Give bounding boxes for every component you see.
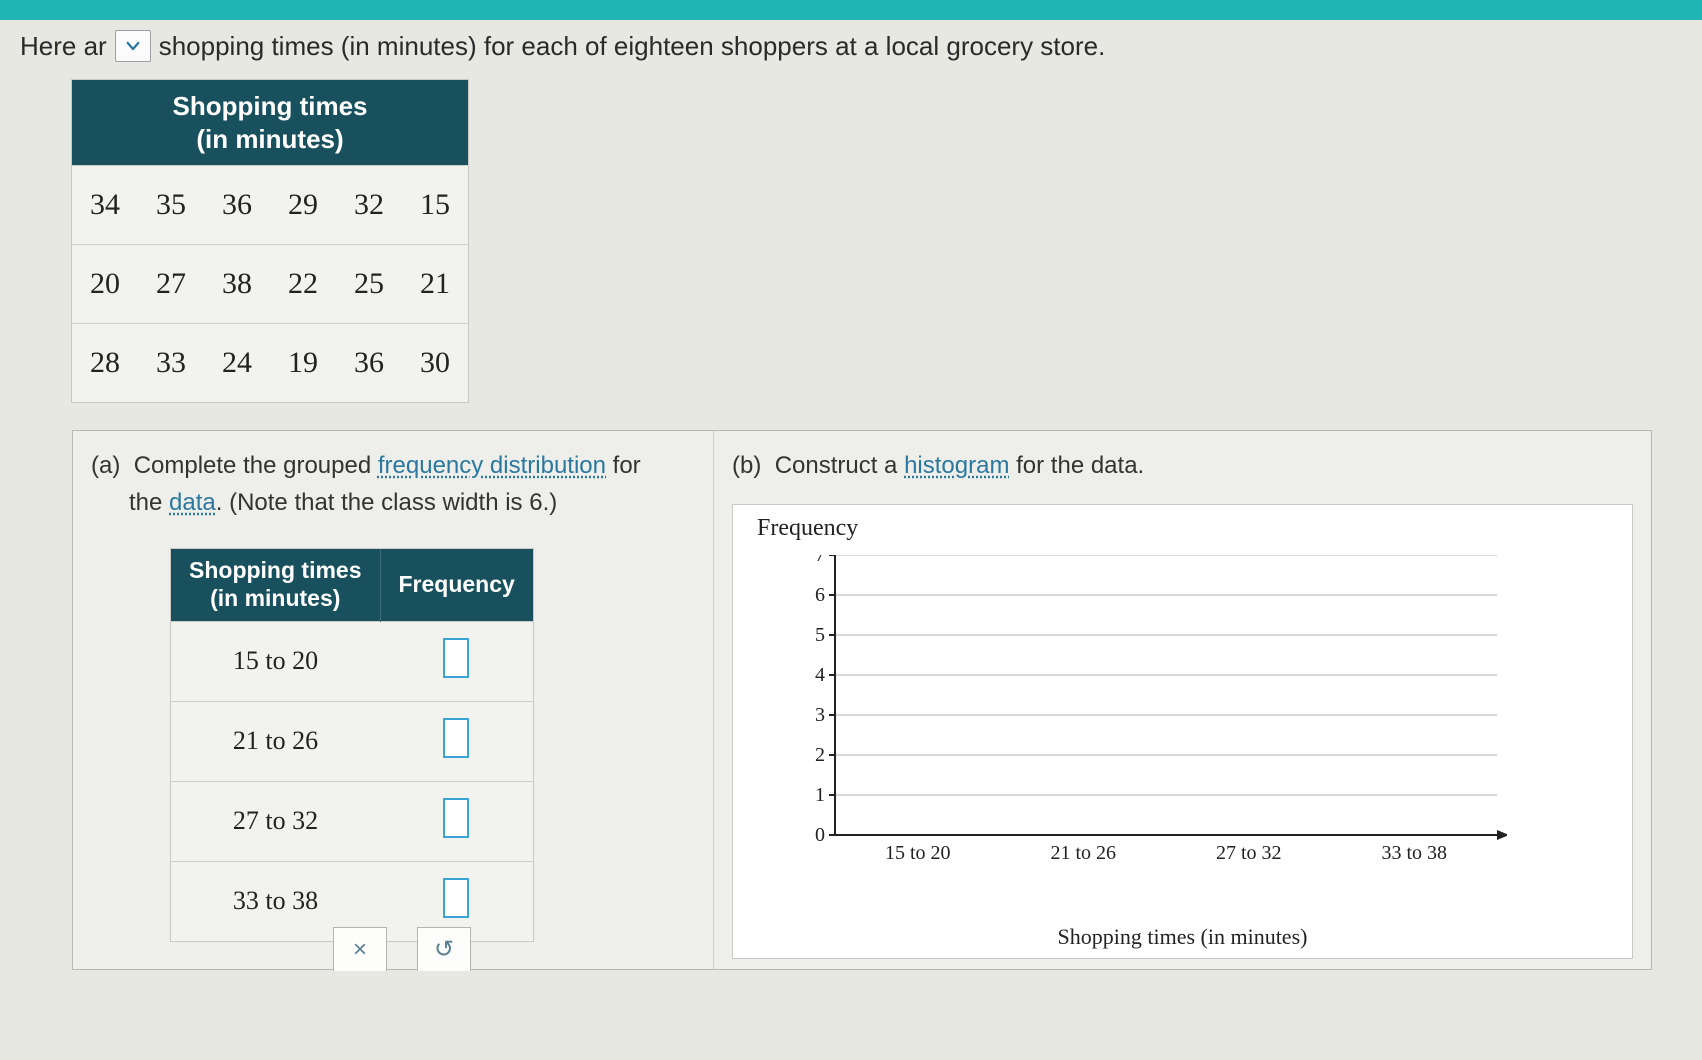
frequency-cell xyxy=(380,621,533,701)
table-row: 343536293215 xyxy=(72,166,468,245)
data-cell: 36 xyxy=(336,324,402,403)
link-frequency-distribution[interactable]: frequency distribution xyxy=(378,452,606,479)
svg-text:5: 5 xyxy=(815,624,825,646)
chart-ylabel: Frequency xyxy=(757,515,858,542)
frequency-input[interactable] xyxy=(443,718,469,758)
question-intro: Here ar shopping times (in minutes) for … xyxy=(20,30,1682,62)
svg-text:2: 2 xyxy=(815,744,825,766)
svg-text:21 to 26: 21 to 26 xyxy=(1050,842,1116,864)
svg-text:3: 3 xyxy=(815,704,825,726)
frequency-input[interactable] xyxy=(443,878,469,918)
chart-xlabel: Shopping times (in minutes) xyxy=(733,924,1632,950)
data-cell: 21 xyxy=(402,245,468,324)
table-row: 283324193630 xyxy=(72,324,468,403)
svg-text:27 to 32: 27 to 32 xyxy=(1216,842,1282,864)
intro-post: shopping times (in minutes) for each of … xyxy=(159,31,1106,62)
intro-pre: Here ar xyxy=(20,31,107,62)
link-histogram[interactable]: histogram xyxy=(904,452,1009,479)
table-row: 27 to 32 xyxy=(171,781,533,861)
part-a-pane: (a) Complete the grouped frequency distr… xyxy=(73,431,713,969)
frequency-input[interactable] xyxy=(443,798,469,838)
frequency-cell xyxy=(380,701,533,781)
data-cell: 28 xyxy=(72,324,138,403)
data-cell: 29 xyxy=(270,166,336,245)
freq-col1-header: Shopping times (in minutes) xyxy=(171,549,380,621)
svg-text:1: 1 xyxy=(815,784,825,806)
data-cell: 19 xyxy=(270,324,336,403)
class-label: 21 to 26 xyxy=(171,701,380,781)
part-b-text: (b) Construct a histogram for the data. xyxy=(732,447,1633,484)
data-table: Shopping times (in minutes) 343536293215… xyxy=(72,80,468,402)
answer-panel: (a) Complete the grouped frequency distr… xyxy=(72,430,1652,970)
class-label: 27 to 32 xyxy=(171,781,380,861)
svg-text:0: 0 xyxy=(815,824,825,846)
reset-button[interactable]: ↺ xyxy=(417,927,471,971)
data-cell: 33 xyxy=(138,324,204,403)
data-cell: 32 xyxy=(336,166,402,245)
svg-text:7: 7 xyxy=(815,555,825,566)
data-cell: 15 xyxy=(402,166,468,245)
svg-text:6: 6 xyxy=(815,584,825,606)
frequency-input[interactable] xyxy=(443,638,469,678)
data-cell: 38 xyxy=(204,245,270,324)
table-row: 15 to 20 xyxy=(171,621,533,701)
svg-text:33 to 38: 33 to 38 xyxy=(1381,842,1447,864)
svg-text:4: 4 xyxy=(815,664,825,686)
data-cell: 27 xyxy=(138,245,204,324)
class-label: 15 to 20 xyxy=(171,621,380,701)
table-row: 21 to 26 xyxy=(171,701,533,781)
data-cell: 36 xyxy=(204,166,270,245)
link-data[interactable]: data xyxy=(169,489,216,516)
data-table-header: Shopping times (in minutes) xyxy=(72,80,468,166)
data-cell: 25 xyxy=(336,245,402,324)
histogram-canvas[interactable]: Frequency 0 1 2 3 4 5 6 7 15 to 20 21 to 26 27 to … xyxy=(732,504,1633,959)
frequency-cell xyxy=(380,781,533,861)
data-cell: 30 xyxy=(402,324,468,403)
data-cell: 20 xyxy=(72,245,138,324)
answer-toolbar: × ↺ xyxy=(333,927,471,971)
expand-button[interactable] xyxy=(115,30,151,62)
part-a-text: (a) Complete the grouped frequency distr… xyxy=(91,447,695,521)
data-cell: 24 xyxy=(204,324,270,403)
data-cell: 34 xyxy=(72,166,138,245)
window-titlebar xyxy=(0,0,1702,20)
chart-plot-area: 0 1 2 3 4 5 6 7 15 to 20 21 to 26 27 to 32 33 to 38 xyxy=(807,555,1507,875)
svg-text:15 to 20: 15 to 20 xyxy=(885,842,951,864)
frequency-table: Shopping times (in minutes) Frequency 15… xyxy=(171,549,533,940)
chevron-down-icon xyxy=(124,37,142,55)
freq-col2-header: Frequency xyxy=(380,549,533,621)
data-cell: 22 xyxy=(270,245,336,324)
table-row: 202738222521 xyxy=(72,245,468,324)
clear-button[interactable]: × xyxy=(333,927,387,971)
data-cell: 35 xyxy=(138,166,204,245)
part-b-pane: (b) Construct a histogram for the data. … xyxy=(713,431,1651,969)
